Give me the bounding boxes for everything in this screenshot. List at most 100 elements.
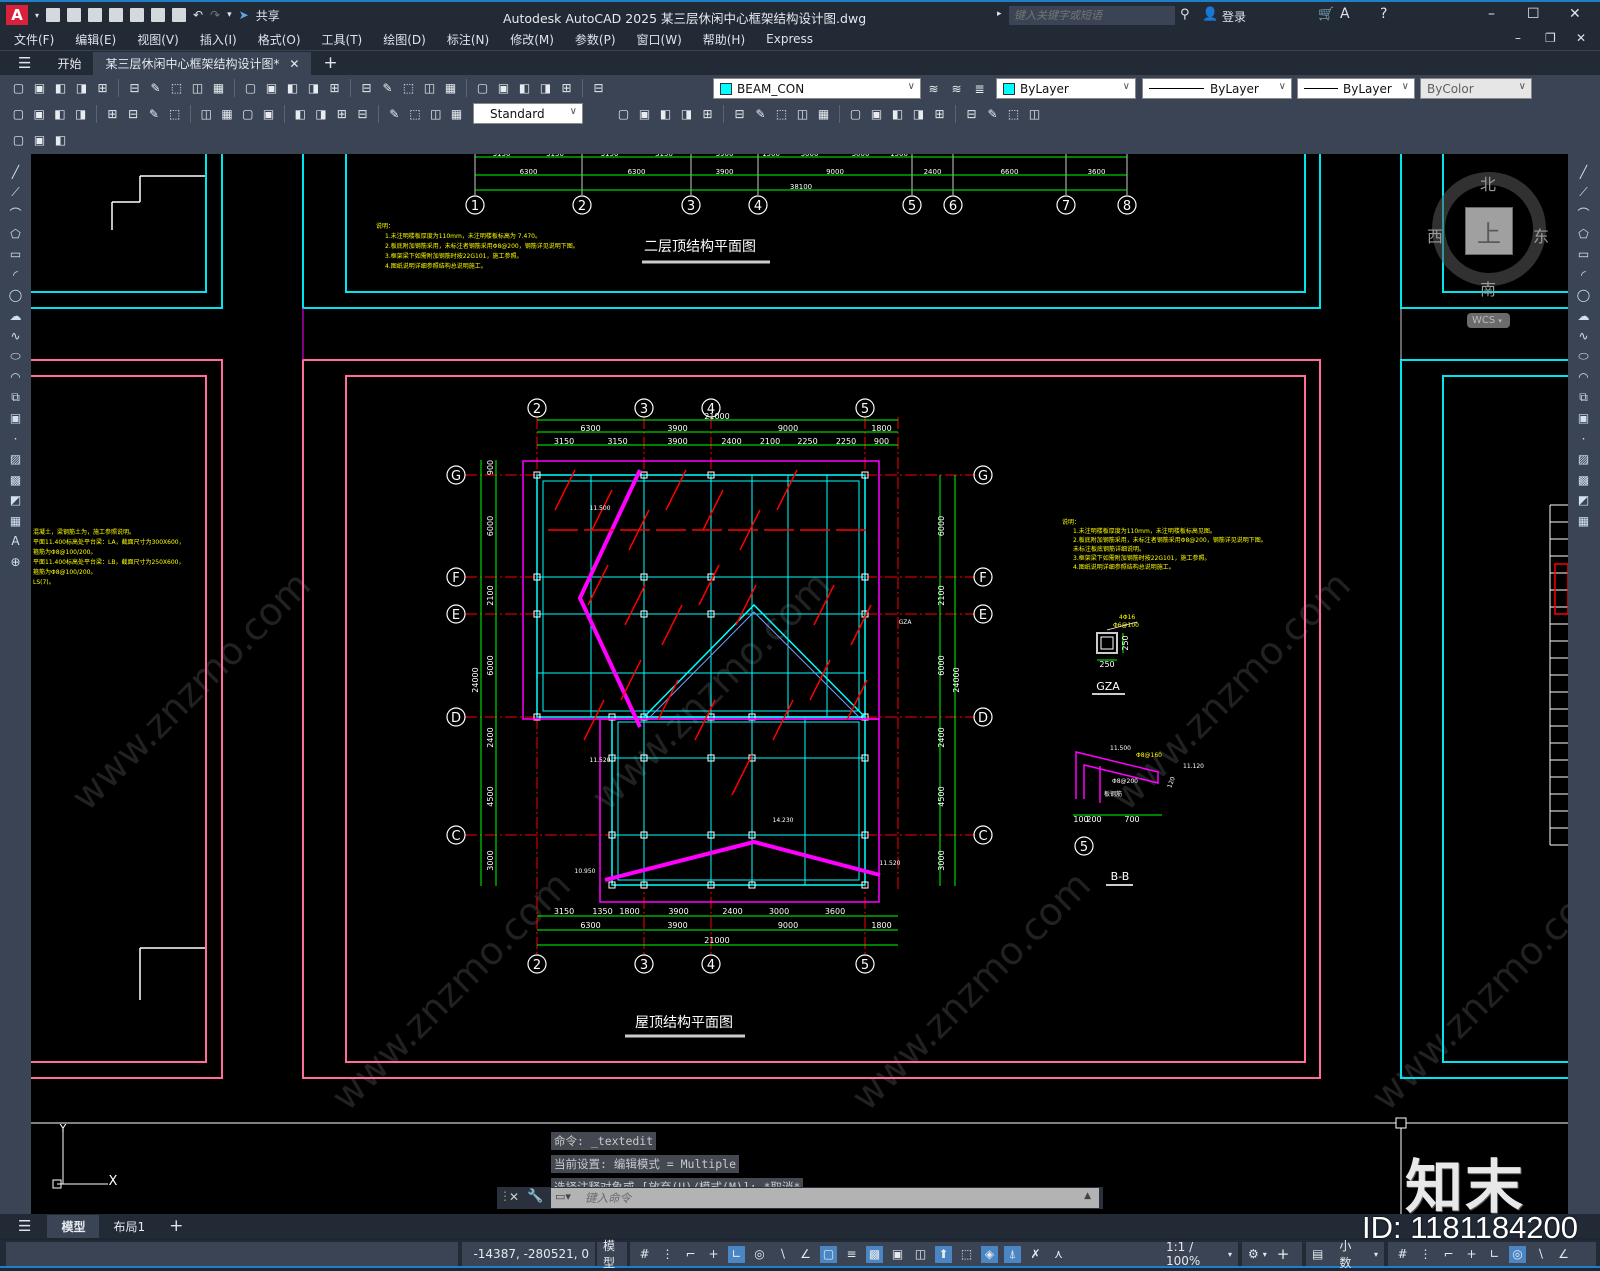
- save-to-web-icon[interactable]: [151, 8, 166, 22]
- table-icon[interactable]: ▦: [0, 511, 31, 532]
- section-icon[interactable]: ⊞: [931, 106, 948, 123]
- erase-icon[interactable]: ✎: [752, 106, 769, 123]
- calculator-icon[interactable]: ◨: [537, 80, 554, 97]
- block-editor-icon[interactable]: ▣: [263, 80, 280, 97]
- units-dropdown[interactable]: ▤ 小数 ▾: [1306, 1239, 1384, 1270]
- help-icon[interactable]: ⊞: [558, 80, 575, 97]
- close-icon[interactable]: ✕: [509, 1190, 519, 1204]
- hamburger-menu-icon[interactable]: ☰: [18, 54, 31, 72]
- hamburger-menu-icon[interactable]: ☰: [18, 1217, 31, 1235]
- doc-close-icon[interactable]: ✕: [1576, 31, 1586, 45]
- slice-icon[interactable]: ◨: [910, 106, 927, 123]
- compass-south[interactable]: 南: [1480, 276, 1496, 300]
- status-toggle-icon[interactable]: #: [1394, 1246, 1411, 1263]
- drafting-toggle-icon[interactable]: ⬚: [958, 1246, 975, 1263]
- intersect-icon[interactable]: ◧: [657, 106, 674, 123]
- clean-icon[interactable]: ◫: [1026, 106, 1043, 123]
- annotation-scale[interactable]: 1:1 / 100% ▾: [1160, 1240, 1238, 1268]
- plus-icon[interactable]: +: [169, 1216, 183, 1236]
- mirror-icon[interactable]: ▦: [815, 106, 832, 123]
- dim-space-icon[interactable]: ▣: [260, 106, 277, 123]
- menu-item[interactable]: Express: [766, 32, 813, 46]
- drafting-toggle-icon[interactable]: ◈: [981, 1245, 998, 1263]
- compass-east[interactable]: 东: [1533, 223, 1549, 247]
- chamfer-icon[interactable]: ◧: [889, 106, 906, 123]
- rotate-icon[interactable]: ◫: [794, 106, 811, 123]
- fillet-icon[interactable]: ▣: [868, 106, 885, 123]
- zoom-window-icon[interactable]: ✎: [379, 80, 396, 97]
- continue-icon[interactable]: ▢: [239, 106, 256, 123]
- multiline-text-icon[interactable]: A: [0, 531, 31, 552]
- color-dropdown[interactable]: ByLayer ∨: [996, 78, 1136, 99]
- dim-update-icon[interactable]: ▦: [448, 106, 465, 123]
- move-icon[interactable]: ◜: [1568, 265, 1599, 286]
- tool-palettes-icon[interactable]: ▢: [474, 80, 491, 97]
- drafting-toggle-icon[interactable]: ∠: [797, 1246, 814, 1263]
- break-icon[interactable]: ▣: [1568, 408, 1599, 429]
- polyline-icon[interactable]: ⌒: [0, 203, 31, 224]
- gradient-icon[interactable]: ▩: [0, 470, 31, 491]
- check-spelling-icon[interactable]: ▣: [31, 132, 48, 149]
- drafting-toggle-icon[interactable]: ▩: [866, 1245, 883, 1263]
- menu-item[interactable]: 插入(I): [200, 31, 237, 48]
- share-icon[interactable]: ➤: [239, 8, 249, 22]
- wrench-icon[interactable]: 🔧: [527, 1189, 543, 1204]
- ordinate-icon[interactable]: ◨: [72, 106, 89, 123]
- extrude-icon[interactable]: ◨: [678, 106, 695, 123]
- drafting-toggle-icon[interactable]: ◫: [912, 1246, 929, 1263]
- status-toggle-icon[interactable]: +: [1463, 1246, 1480, 1263]
- ellipse-arc-icon[interactable]: ◠: [0, 367, 31, 388]
- line-icon[interactable]: ╱: [0, 162, 31, 183]
- dim-text-edit-icon[interactable]: ◫: [427, 106, 444, 123]
- doc-minimize-icon[interactable]: –: [1515, 31, 1521, 45]
- quick-dim-icon[interactable]: ◫: [198, 106, 215, 123]
- share-button[interactable]: 共享: [256, 7, 280, 24]
- center-mark-icon[interactable]: ⊞: [333, 106, 350, 123]
- edit-text-icon[interactable]: ▢: [10, 132, 27, 149]
- copy-icon[interactable]: ◫: [189, 80, 206, 97]
- menu-item[interactable]: 格式(O): [258, 31, 301, 48]
- zoom-realtime-icon[interactable]: ⊟: [358, 80, 375, 97]
- move-3d-icon[interactable]: ⊞: [699, 106, 716, 123]
- menu-item[interactable]: 参数(P): [575, 31, 616, 48]
- rectangle-icon[interactable]: ▭: [0, 244, 31, 265]
- layer-state-icon[interactable]: ◧: [52, 132, 69, 149]
- separate-icon[interactable]: ⬚: [1005, 106, 1022, 123]
- explode-icon[interactable]: ▦: [1568, 511, 1599, 532]
- properties-icon[interactable]: ◫: [421, 80, 438, 97]
- wcs-menu[interactable]: WCS ▾: [1467, 313, 1510, 328]
- doc-restore-icon[interactable]: ❐: [1545, 31, 1556, 45]
- status-toggle-icon[interactable]: ∟: [1486, 1246, 1503, 1263]
- dwf-icon[interactable]: ✎: [147, 80, 164, 97]
- linear-dim-icon[interactable]: ▢: [10, 106, 27, 123]
- autocad-app-menu-button[interactable]: A: [6, 5, 28, 25]
- model-space-toggle[interactable]: 模型: [597, 1239, 627, 1270]
- close-icon[interactable]: ✕: [289, 57, 299, 71]
- menu-item[interactable]: 文件(F): [14, 31, 54, 48]
- save-icon[interactable]: [88, 8, 103, 22]
- angular-icon[interactable]: ⬚: [166, 106, 183, 123]
- save-as-icon[interactable]: [109, 8, 124, 22]
- drafting-toggle-icon[interactable]: ∖: [774, 1246, 791, 1263]
- help-icon[interactable]: ?: [1380, 6, 1387, 22]
- open-from-web-icon[interactable]: [130, 8, 145, 22]
- search-icon[interactable]: ⚲: [1180, 7, 1190, 22]
- arc-length-icon[interactable]: ◧: [52, 106, 69, 123]
- layer-states-icon[interactable]: ≣: [971, 80, 988, 97]
- polygon-icon[interactable]: ⬠: [0, 224, 31, 245]
- cart-icon[interactable]: 🛒: [1318, 7, 1334, 22]
- make-block-icon[interactable]: ▣: [0, 408, 31, 429]
- blend-icon[interactable]: ◩: [1568, 490, 1599, 511]
- menu-item[interactable]: 绘图(D): [383, 31, 426, 48]
- caret-right-icon[interactable]: ▸: [997, 9, 1002, 19]
- chamfer-icon[interactable]: ▨: [1568, 449, 1599, 470]
- drafting-toggle-icon[interactable]: ⌐: [682, 1246, 699, 1263]
- copy-3d-icon[interactable]: ⬚: [773, 106, 790, 123]
- drafting-toggle-icon[interactable]: ▣: [889, 1246, 906, 1263]
- extend-icon[interactable]: ◠: [1568, 367, 1599, 388]
- lineweight-dropdown[interactable]: ByLayer ∨: [1297, 78, 1415, 99]
- menu-item[interactable]: 视图(V): [137, 31, 179, 48]
- publish-icon[interactable]: ⊟: [126, 80, 143, 97]
- tab-start[interactable]: 开始: [45, 52, 93, 75]
- drafting-toggle-icon[interactable]: ⋏: [1050, 1246, 1067, 1263]
